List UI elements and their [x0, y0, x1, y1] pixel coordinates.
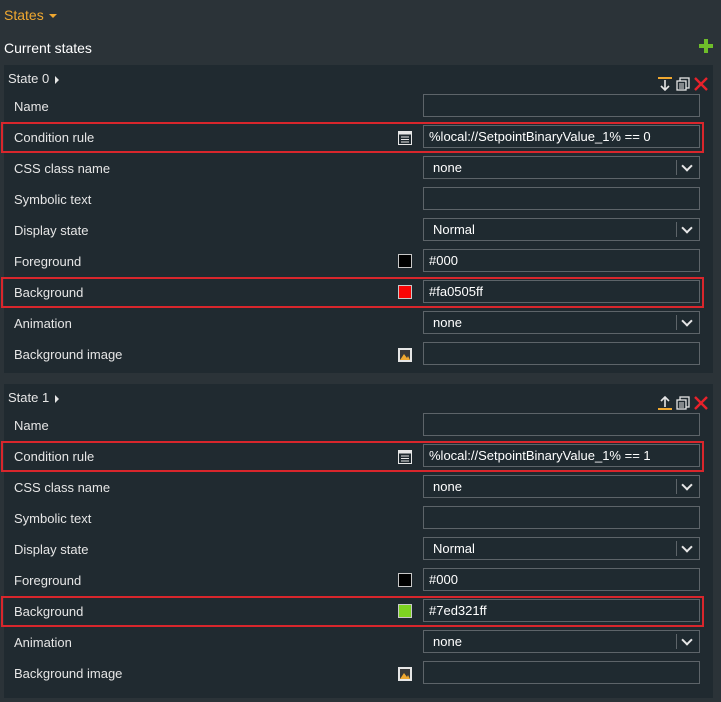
symbolic-row: Symbolic text	[4, 184, 713, 215]
image-picker-icon[interactable]	[398, 348, 412, 362]
state-panel-0: State 0 Name Condition rule %local://Set…	[1, 65, 713, 373]
background-image-row: Background image	[4, 339, 713, 370]
css-class-row: CSS class name none	[4, 153, 713, 184]
rule-list-icon[interactable]	[398, 131, 412, 145]
rule-list-icon[interactable]	[398, 450, 412, 464]
chevron-down-icon	[676, 479, 699, 494]
display-value: Normal	[433, 222, 475, 237]
animation-row: Animation none	[4, 627, 713, 658]
add-state-button[interactable]	[699, 39, 713, 53]
display-state-select[interactable]: Normal	[423, 537, 700, 560]
image-picker-icon[interactable]	[398, 667, 412, 681]
states-title: States	[4, 7, 44, 23]
chevron-down-icon	[676, 541, 699, 556]
foreground-input[interactable]: #000	[423, 249, 700, 272]
symbolic-label: Symbolic text	[14, 192, 92, 207]
background-row: Background #7ed321ff	[1, 596, 704, 627]
animation-value: none	[433, 634, 462, 649]
background-input[interactable]: #7ed321ff	[423, 599, 700, 622]
display-label: Display state	[14, 542, 89, 557]
name-row: Name	[4, 410, 713, 441]
chevron-down-icon	[676, 634, 699, 649]
duplicate-icon[interactable]	[676, 77, 690, 91]
state-0-toggle[interactable]: State 0	[8, 71, 60, 86]
state-1-title: State 1	[8, 390, 50, 405]
move-down-icon[interactable]	[658, 77, 672, 91]
caret-right-icon	[55, 75, 60, 84]
css-class-select[interactable]: none	[423, 156, 700, 179]
display-state-row: Display state Normal	[4, 215, 713, 246]
background-color-swatch[interactable]	[398, 604, 412, 618]
chevron-down-icon	[676, 222, 699, 237]
display-value: Normal	[433, 541, 475, 556]
bgimage-label: Background image	[14, 347, 123, 362]
css-class-row: CSS class name none	[4, 472, 713, 503]
chevron-down-icon	[676, 315, 699, 330]
foreground-label: Foreground	[14, 573, 82, 588]
foreground-input[interactable]: #000	[423, 568, 700, 591]
name-input[interactable]	[423, 94, 700, 117]
name-label: Name	[14, 418, 49, 433]
background-label: Background	[14, 604, 84, 619]
background-label: Background	[14, 285, 84, 300]
duplicate-icon[interactable]	[676, 396, 690, 410]
background-row: Background #fa0505ff	[1, 277, 704, 308]
background-image-row: Background image	[4, 658, 713, 689]
name-input[interactable]	[423, 413, 700, 436]
delete-icon[interactable]	[694, 77, 708, 91]
foreground-color-swatch[interactable]	[398, 254, 412, 268]
states-dropdown[interactable]: States	[4, 7, 57, 23]
animation-row: Animation none	[4, 308, 713, 339]
chevron-down-icon	[676, 160, 699, 175]
state-panel-1: State 1 Name Condition rule %local://Set…	[1, 384, 713, 698]
background-color-swatch[interactable]	[398, 285, 412, 299]
css-class-select[interactable]: none	[423, 475, 700, 498]
animation-select[interactable]: none	[423, 630, 700, 653]
foreground-label: Foreground	[14, 254, 82, 269]
caret-down-icon	[48, 14, 57, 19]
condition-label: Condition rule	[14, 130, 95, 145]
current-states-title: Current states	[4, 40, 92, 56]
condition-label: Condition rule	[14, 449, 95, 464]
foreground-row: Foreground #000	[4, 565, 713, 596]
css-value: none	[433, 479, 462, 494]
condition-rule-row: Condition rule %local://SetpointBinaryVa…	[1, 122, 704, 153]
css-label: CSS class name	[14, 161, 111, 176]
move-up-icon[interactable]	[658, 396, 672, 410]
css-value: none	[433, 160, 462, 175]
background-image-input[interactable]	[423, 342, 700, 365]
foreground-row: Foreground #000	[4, 246, 713, 277]
symbolic-row: Symbolic text	[4, 503, 713, 534]
display-label: Display state	[14, 223, 89, 238]
state-0-title: State 0	[8, 71, 50, 86]
animation-label: Animation	[14, 316, 72, 331]
delete-icon[interactable]	[694, 396, 708, 410]
condition-input[interactable]: %local://SetpointBinaryValue_1% == 0	[423, 125, 700, 148]
condition-input[interactable]: %local://SetpointBinaryValue_1% == 1	[423, 444, 700, 467]
animation-label: Animation	[14, 635, 72, 650]
name-label: Name	[14, 99, 49, 114]
background-input[interactable]: #fa0505ff	[423, 280, 700, 303]
symbolic-input[interactable]	[423, 506, 700, 529]
condition-rule-row: Condition rule %local://SetpointBinaryVa…	[1, 441, 704, 472]
name-row: Name	[4, 91, 713, 122]
symbolic-label: Symbolic text	[14, 511, 92, 526]
bgimage-label: Background image	[14, 666, 123, 681]
state-1-toggle[interactable]: State 1	[8, 390, 60, 405]
display-state-row: Display state Normal	[4, 534, 713, 565]
foreground-color-swatch[interactable]	[398, 573, 412, 587]
animation-select[interactable]: none	[423, 311, 700, 334]
symbolic-input[interactable]	[423, 187, 700, 210]
caret-right-icon	[55, 394, 60, 403]
animation-value: none	[433, 315, 462, 330]
css-label: CSS class name	[14, 480, 111, 495]
background-image-input[interactable]	[423, 661, 700, 684]
display-state-select[interactable]: Normal	[423, 218, 700, 241]
